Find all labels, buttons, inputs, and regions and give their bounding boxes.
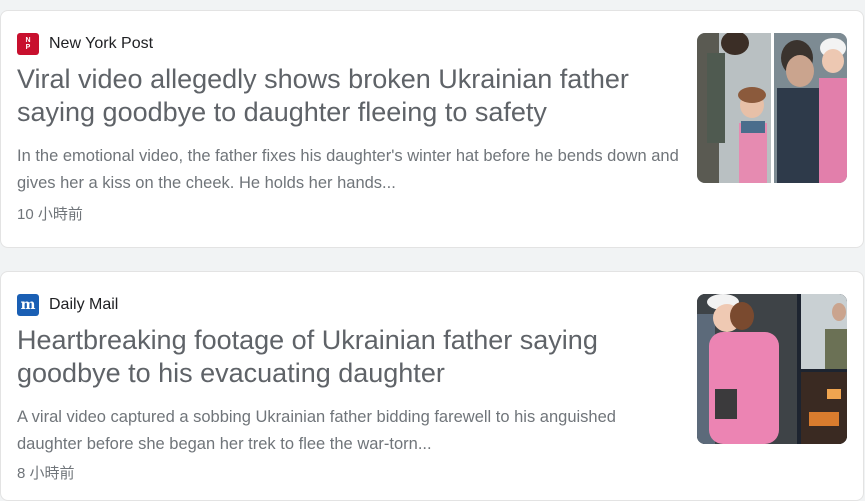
article-timestamp: 8 小時前 xyxy=(17,465,75,482)
article-title-link[interactable]: Heartbreaking footage of Ukrainian fathe… xyxy=(17,324,657,390)
daily-mail-logo-icon: m xyxy=(17,294,39,316)
source-name: Daily Mail xyxy=(49,296,119,313)
article-thumbnail[interactable] xyxy=(697,294,847,444)
news-source[interactable]: NP New York Post xyxy=(17,33,153,55)
news-card[interactable]: NP New York Post Viral video allegedly s… xyxy=(0,10,864,248)
news-source[interactable]: m Daily Mail xyxy=(17,294,118,316)
article-thumbnail[interactable] xyxy=(697,33,847,183)
new-york-post-logo-icon: NP xyxy=(17,33,39,55)
article-snippet: A viral video captured a sobbing Ukraini… xyxy=(17,408,616,453)
source-name: New York Post xyxy=(49,35,154,52)
article-timestamp: 10 小時前 xyxy=(17,206,83,223)
article-title-link[interactable]: Viral video allegedly shows broken Ukrai… xyxy=(17,63,657,129)
article-snippet: In the emotional video, the father fixes… xyxy=(17,147,679,192)
news-card[interactable]: m Daily Mail Heartbreaking footage of Uk… xyxy=(0,271,864,501)
